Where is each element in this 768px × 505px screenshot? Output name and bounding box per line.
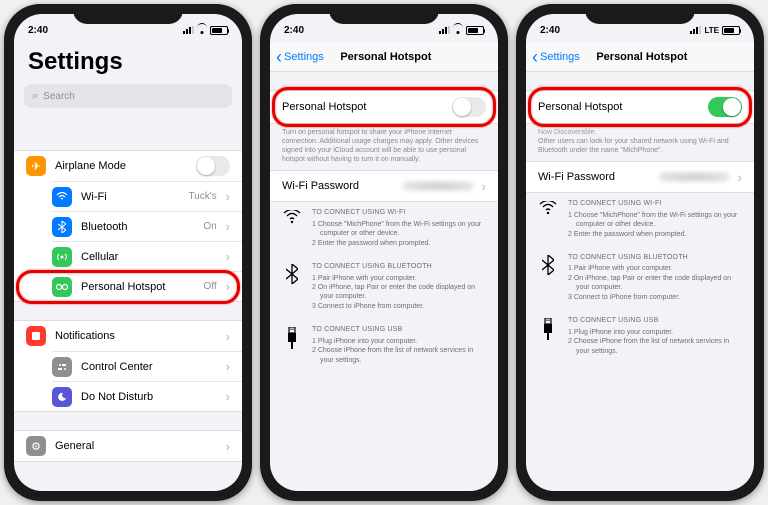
search-placeholder: Search xyxy=(43,91,75,102)
page-title: Personal Hotspot xyxy=(536,51,748,63)
row-cellular[interactable]: Cellular › xyxy=(52,241,242,271)
row-dnd[interactable]: Do Not Disturb › xyxy=(52,381,242,411)
hotspot-help-text: Turn on personal hotspot to share your i… xyxy=(270,124,498,170)
chevron-right-icon: › xyxy=(226,189,230,204)
wifi-password-value xyxy=(403,181,473,191)
chevron-right-icon: › xyxy=(226,329,230,344)
hotspot-toggle[interactable] xyxy=(452,97,486,117)
chevron-right-icon: › xyxy=(482,179,486,194)
notifications-icon xyxy=(26,326,46,346)
status-icons: LTE xyxy=(690,26,740,35)
row-bluetooth[interactable]: Bluetooth On › xyxy=(52,211,242,241)
instructions-usb: TO CONNECT USING USB Plug iPhone into yo… xyxy=(526,310,754,364)
wifi-instruction-icon xyxy=(538,199,558,215)
discoverable-text: Now Discoverable. Other users can look f… xyxy=(526,124,754,161)
battery-icon xyxy=(466,26,484,35)
usb-instruction-icon xyxy=(538,316,558,340)
usb-instruction-icon xyxy=(282,325,302,349)
row-notifications[interactable]: Notifications › xyxy=(14,321,242,351)
cellular-row-icon xyxy=(52,247,72,267)
page-title: Personal Hotspot xyxy=(280,51,492,63)
instructions-usb: TO CONNECT USING USB Plug iPhone into yo… xyxy=(270,319,498,373)
chevron-right-icon: › xyxy=(226,279,230,294)
bluetooth-row-icon xyxy=(52,217,72,237)
row-airplane-mode[interactable]: ✈ Airplane Mode xyxy=(14,151,242,181)
airplane-icon: ✈ xyxy=(26,156,46,176)
hotspot-row-icon xyxy=(52,277,72,297)
instructions-wifi: TO CONNECT USING WI-FI Choose "MichPhone… xyxy=(526,193,754,247)
row-personal-hotspot[interactable]: Personal Hotspot Off › xyxy=(52,271,242,301)
wifi-password-value xyxy=(659,172,729,182)
instructions-bluetooth: TO CONNECT USING BLUETOOTH Pair iPhone w… xyxy=(526,247,754,310)
hotspot-toggle[interactable] xyxy=(708,97,742,117)
row-wifi[interactable]: Wi-Fi Tuck's › xyxy=(52,181,242,211)
chevron-right-icon: › xyxy=(738,170,742,185)
status-icons xyxy=(183,26,228,35)
chevron-right-icon: › xyxy=(226,359,230,374)
row-hotspot-toggle[interactable]: Personal Hotspot xyxy=(526,91,754,123)
wifi-instruction-icon xyxy=(282,208,302,224)
dnd-icon xyxy=(52,387,72,407)
control-center-icon xyxy=(52,357,72,377)
search-icon: ⌕ xyxy=(32,90,38,103)
battery-icon xyxy=(722,26,740,35)
page-title: Settings xyxy=(14,42,242,84)
chevron-right-icon: › xyxy=(226,249,230,264)
row-general[interactable]: ⚙ General › xyxy=(14,431,242,461)
row-hotspot-toggle[interactable]: Personal Hotspot xyxy=(270,91,498,123)
lte-indicator: LTE xyxy=(704,26,719,35)
wifi-row-icon xyxy=(52,187,72,207)
chevron-right-icon: › xyxy=(226,439,230,454)
bluetooth-instruction-icon xyxy=(538,253,558,275)
airplane-toggle[interactable] xyxy=(196,156,230,176)
bluetooth-instruction-icon xyxy=(282,262,302,284)
battery-icon xyxy=(210,26,228,35)
status-icons xyxy=(439,26,484,35)
chevron-right-icon: › xyxy=(226,389,230,404)
instructions-wifi: TO CONNECT USING WI-FI Choose "MichPhone… xyxy=(270,202,498,256)
wifi-icon xyxy=(197,26,207,34)
search-input[interactable]: ⌕ Search xyxy=(24,84,232,108)
wifi-icon xyxy=(453,26,463,34)
status-time: 2:40 xyxy=(540,25,590,36)
status-time: 2:40 xyxy=(28,25,78,36)
instructions-bluetooth: TO CONNECT USING BLUETOOTH Pair iPhone w… xyxy=(270,256,498,319)
row-control-center[interactable]: Control Center › xyxy=(52,351,242,381)
row-wifi-password[interactable]: Wi-Fi Password › xyxy=(526,162,754,192)
chevron-right-icon: › xyxy=(226,219,230,234)
gear-icon: ⚙ xyxy=(26,436,46,456)
status-time: 2:40 xyxy=(284,25,334,36)
row-wifi-password[interactable]: Wi-Fi Password › xyxy=(270,171,498,201)
